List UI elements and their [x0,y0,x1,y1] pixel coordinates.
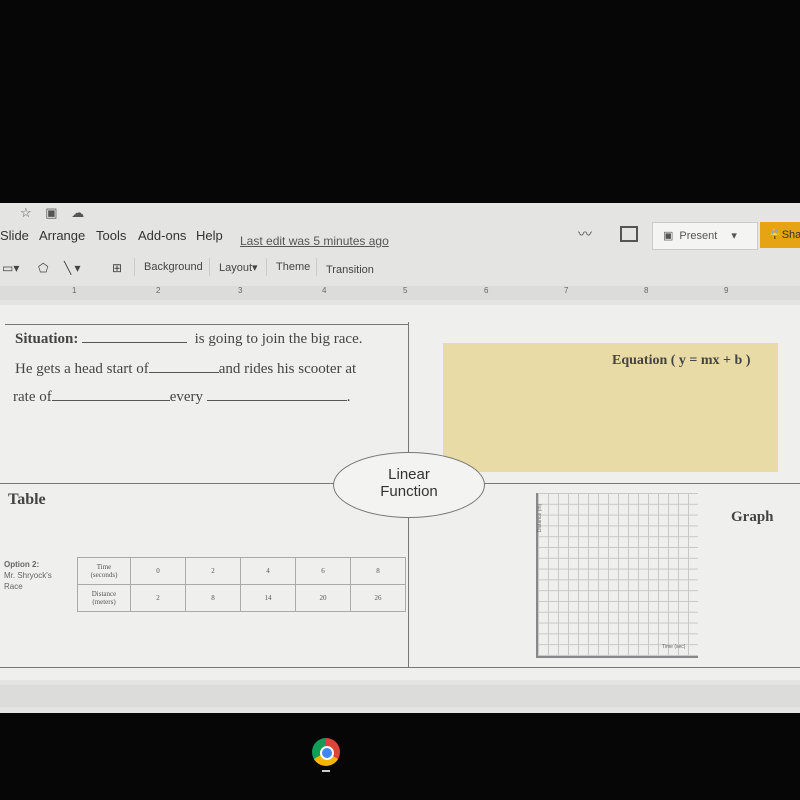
blank-rate[interactable] [51,388,170,401]
table-row: Distance (meters) 2 8 14 20 26 [77,584,406,612]
divider [134,258,135,276]
text: rate of [13,389,52,405]
table-cell: 4 [240,557,296,585]
row-header: Time (seconds) [77,557,131,585]
shape-icon[interactable]: ⬠ [38,261,48,275]
graph-title: Graph [731,509,774,525]
layout-button[interactable]: Layout▾ [219,261,258,274]
layout-label: Layout [219,262,253,274]
star-icon[interactable]: ☆ [20,205,32,220]
theme-button[interactable]: Theme [276,261,310,273]
menu-help[interactable]: Help [196,228,223,243]
last-edit-link[interactable]: Last edit was 5 minutes ago [240,234,389,248]
activity-icon[interactable]: 〰 [578,224,592,244]
folder-icon[interactable]: ▣ [45,205,57,220]
table-cell: 0 [130,557,186,585]
speaker-notes-area[interactable] [0,685,800,707]
blank-name[interactable] [82,330,188,343]
present-button[interactable]: ▣ Present ▾ [652,222,758,250]
new-slide-icon[interactable]: ▭▾ [2,261,19,275]
text: is going to join the big race. [194,331,363,347]
comments-icon[interactable] [620,226,638,242]
menu-addons[interactable]: Add-ons [138,228,186,243]
row-header: Distance (meters) [77,584,131,612]
ruler-mark: 4 [322,286,327,295]
blank-every[interactable] [206,388,347,401]
present-icon: ▣ [663,230,674,242]
situation-line-2: He gets a head start of and rides his sco… [15,360,356,378]
table-cell: 6 [295,557,351,585]
active-indicator [322,770,330,772]
text: and rides his scooter at [218,361,357,377]
ruler-mark: 1 [72,286,77,295]
situation-line-3: rate of every . [13,388,351,406]
table-cell: 14 [240,584,296,612]
table-cell: 20 [295,584,351,612]
blank-head-start[interactable] [148,360,219,373]
chrome-icon[interactable] [312,738,340,766]
situation-label: Situation: [15,331,79,347]
divider [209,258,210,276]
comment-add-icon[interactable]: ⊞ [112,261,122,275]
empty-graph-grid[interactable] [536,493,698,658]
menu-slide[interactable]: Slide [0,228,29,243]
center-label: Linear [388,466,430,483]
title-icons: ☆ ▣ ☁ [0,205,84,221]
lock-icon: 🔒 [768,229,782,241]
center-label: Function [380,483,438,500]
table-row: Time (seconds) 02468 [77,557,406,585]
table-title: Table [8,491,46,508]
text: Option 2: [4,560,40,569]
text: Mr. Shryock's [4,571,52,580]
share-button[interactable]: 🔒Sha [760,222,800,248]
option-label: Option 2: Mr. Shryock's Race [4,559,52,592]
menu-arrange[interactable]: Arrange [39,228,85,243]
ruler-mark: 8 [644,286,649,295]
present-label: Present [679,230,718,242]
table-cell: 8 [350,557,406,585]
menu-tools[interactable]: Tools [96,228,126,243]
table-cell: 8 [185,584,241,612]
data-table: Time (seconds) 02468 Distance (meters) 281… [77,557,406,612]
line-icon[interactable]: ╲ ▾ [64,261,81,275]
situation-line-1: Situation: is going to join the big race… [15,330,363,348]
equation-label: Equation ( y = mx + b ) [612,353,751,368]
share-label: Sha [781,229,800,241]
background-button[interactable]: Background [144,261,203,273]
ruler-mark: 5 [403,286,408,295]
chevron-down-icon: ▾ [731,230,737,242]
ruler[interactable]: 1 2 3 4 5 6 7 8 9 [0,286,800,300]
table-cell: 2 [130,584,186,612]
transition-button[interactable]: Transition [326,264,374,276]
ruler-mark: 7 [564,286,569,295]
graph-y-label: Distance (m) [537,503,544,533]
ruler-mark: 9 [724,286,729,295]
text: . [346,389,351,405]
table-cell: 2 [185,557,241,585]
ruler-mark: 2 [156,286,161,295]
linear-function-oval[interactable]: Linear Function [333,452,485,518]
text: Race [4,582,23,591]
ruler-mark: 3 [238,286,243,295]
cloud-icon: ☁ [71,205,85,220]
text: every [169,389,204,405]
divider [5,324,408,325]
table-cell: 26 [350,584,406,612]
divider [0,667,800,668]
graph-x-label: Time (sec) [662,644,686,650]
divider [266,258,267,276]
divider [316,258,317,276]
ruler-mark: 6 [484,286,489,295]
text: He gets a head start of [15,361,149,377]
